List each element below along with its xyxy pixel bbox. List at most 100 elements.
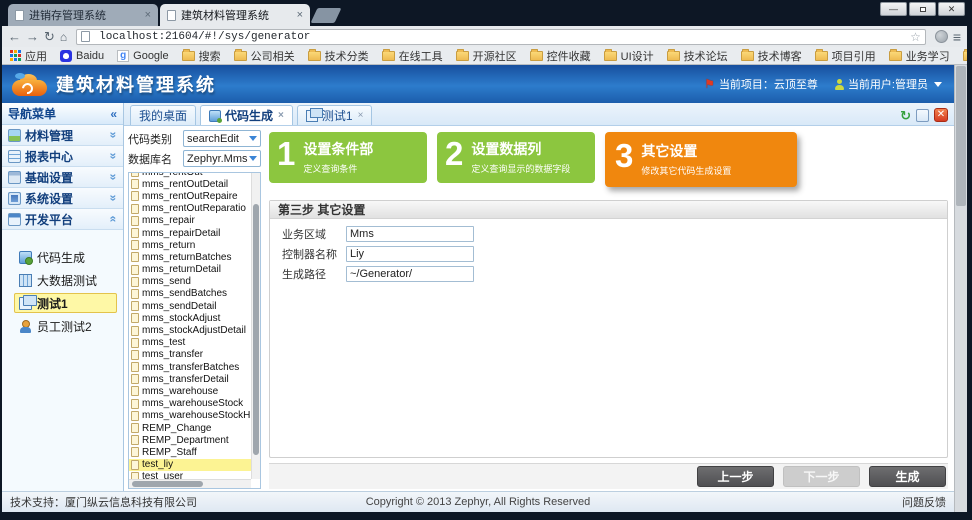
sidebar-groups: 材料管理 报表中心 基础设置 [2,125,123,230]
browser-scrollbar[interactable] [954,65,967,512]
text-input[interactable] [346,246,474,262]
bookmark-star-icon[interactable]: ☆ [910,30,921,44]
tab-close-icon[interactable]: × [145,9,151,21]
table-list-item[interactable]: REMP_Change [129,422,251,434]
globe-icon[interactable] [935,30,948,43]
table-list-item[interactable]: mms_test [129,337,251,349]
bookmark-item[interactable]: g 搜索 [182,48,221,64]
table-name: mms_sendDetail [142,301,216,312]
table-list-item[interactable]: REMP_Department [129,434,251,446]
bookmark-item[interactable]: g 技术论坛 [667,48,728,64]
bookmark-item[interactable]: g 开源社区 [456,48,517,64]
table-list-item[interactable]: mms_transferDetail [129,373,251,385]
back-icon[interactable]: ← [8,30,21,43]
scrollbar-thumb[interactable] [956,66,966,206]
table-list-item[interactable]: mms_returnDetail [129,264,251,276]
sidebar-group-icon [8,213,21,226]
bookmark-item[interactable]: g 技术博客 [741,48,802,64]
scrollbar-thumb[interactable] [253,204,259,455]
bookmark-item[interactable]: g 公司相关 [234,48,295,64]
wizard-button[interactable]: 上一步 [697,466,774,487]
bookmark-item[interactable]: g 待读 [963,48,967,64]
submenu-item-icon [19,251,32,264]
table-list-item[interactable]: mms_rentOutDetail [129,178,251,190]
bookmark-item[interactable]: g 业务学习 [889,48,950,64]
table-list-item[interactable]: mms_warehouseStock [129,398,251,410]
wizard-step[interactable]: 3 其它设置 修改其它代码生成设置 [605,132,797,187]
sidebar-group[interactable]: 材料管理 [2,125,123,146]
table-list-item[interactable]: mms_repair [129,215,251,227]
filter-combobox[interactable]: Zephyr.Mms [183,150,261,167]
table-list-item[interactable]: mms_warehouseStockH [129,410,251,422]
sidebar-submenu-item[interactable]: 员工测试2 [14,316,117,336]
close-panel-icon[interactable]: ✕ [934,108,948,122]
sidebar-group[interactable]: 开发平台 [2,209,123,230]
table-list-item[interactable]: mms_stockAdjustDetail [129,324,251,336]
vertical-scrollbar[interactable] [251,173,260,479]
table-list-item[interactable]: mms_return [129,239,251,251]
bookmark-item[interactable]: g 项目引用 [815,48,876,64]
scrollbar-thumb[interactable] [132,481,203,487]
workspace-tab[interactable]: 代码生成 × [200,105,293,125]
close-button[interactable]: ✕ [938,2,965,16]
bookmark-item[interactable]: g 在线工具 [382,48,443,64]
bookmark-item[interactable]: g 技术分类 [308,48,369,64]
table-list-item[interactable]: mms_sendBatches [129,288,251,300]
sidebar-group[interactable]: 基础设置 [2,167,123,188]
table-list-item[interactable]: mms_send [129,276,251,288]
bookmark-item[interactable]: g Baidu [60,50,104,62]
refresh-icon[interactable]: ↻ [900,109,911,122]
table-list-item[interactable]: test_liy [129,459,251,471]
new-tab-button[interactable] [311,8,342,23]
tab-close-icon[interactable]: × [297,9,303,21]
browser-tab[interactable]: 建筑材料管理系统 × [160,4,310,26]
browser-tab[interactable]: 进销存管理系统 × [8,4,158,26]
table-list-item[interactable]: mms_sendDetail [129,300,251,312]
bookmark-item[interactable]: g 应用 [10,48,47,64]
text-input[interactable] [346,226,474,242]
horizontal-scrollbar[interactable] [129,479,251,488]
table-list-item[interactable]: mms_repairDetail [129,227,251,239]
text-input[interactable] [346,266,474,282]
home-icon[interactable]: ⌂ [60,31,67,43]
restore-button[interactable] [909,2,936,16]
bookmark-label: UI设计 [621,48,654,64]
workspace-tab[interactable]: 我的桌面 × [130,105,196,125]
tab-close-icon[interactable]: × [358,110,364,121]
sidebar-collapse-icon[interactable]: « [110,107,117,121]
menu-icon[interactable]: ≡ [953,29,961,45]
sidebar-group[interactable]: 报表中心 [2,146,123,167]
table-list-item[interactable]: REMP_Staff [129,446,251,458]
bookmark-item[interactable]: g Google [117,50,168,62]
field-label: 生成路径 [282,266,346,282]
table-list-item[interactable]: test_user [129,471,251,479]
minimize-button[interactable]: — [880,2,907,16]
sidebar-group[interactable]: 系统设置 [2,188,123,209]
table-list-item[interactable]: mms_transferBatches [129,361,251,373]
sidebar-submenu-item[interactable]: 大数据测试 [14,270,117,290]
table-list-item[interactable]: mms_warehouse [129,385,251,397]
tab-close-icon[interactable]: × [278,110,284,121]
address-bar[interactable]: localhost:21604/#!/sys/generator ☆ [76,29,926,45]
wizard-button[interactable]: 下一步 [783,466,860,487]
wizard-step[interactable]: 1 设置条件部 定义查询条件 [269,132,427,183]
sidebar-submenu-item[interactable]: 测试1 [14,293,117,313]
table-list-item[interactable]: mms_rentOutRepaire [129,190,251,202]
bookmark-item[interactable]: g 控件收藏 [530,48,591,64]
maximize-icon[interactable] [916,109,929,122]
table-list-item[interactable]: mms_rentOutReparatio [129,203,251,215]
wizard-step[interactable]: 2 设置数据列 定义查询显示的数据字段 [437,132,595,183]
filter-combobox[interactable]: searchEdit [183,130,261,147]
page-favicon-icon [15,10,24,21]
feedback-link[interactable]: 问题反馈 [902,494,946,510]
table-list-item[interactable]: mms_stockAdjust [129,312,251,324]
workspace-tab[interactable]: 测试1 × [297,105,373,125]
table-list-item[interactable]: mms_returnBatches [129,251,251,263]
wizard-button[interactable]: 生成 [869,466,946,487]
forward-icon[interactable]: → [26,30,39,43]
table-list-item[interactable]: mms_transfer [129,349,251,361]
reload-icon[interactable]: ↻ [44,30,55,43]
current-user-menu[interactable]: 当前用户:管理员 [834,76,942,92]
bookmark-item[interactable]: g UI设计 [604,48,654,64]
sidebar-submenu-item[interactable]: 代码生成 [14,247,117,267]
